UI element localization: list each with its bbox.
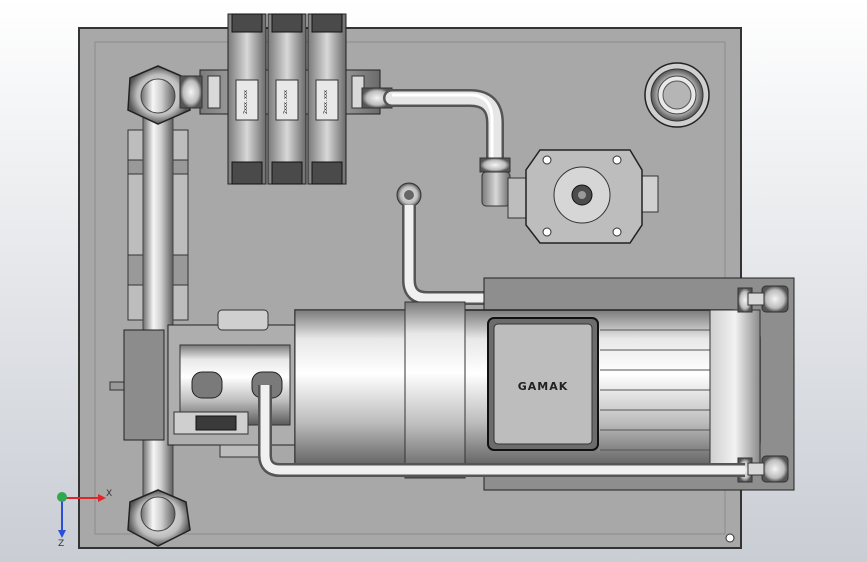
axis-z-label: Z bbox=[58, 539, 64, 549]
filler-cap bbox=[644, 62, 710, 128]
motor-brand-label: GAMAK bbox=[518, 380, 569, 393]
cad-viewport[interactable]: 2xxx.xxx 2xxx.xxx 2xxx.xxx GAMAK X Z bbox=[0, 0, 867, 562]
valve-label: 2xxx.xxx bbox=[283, 90, 289, 114]
plate-bolt-hole bbox=[725, 533, 735, 543]
electric-motor: GAMAK bbox=[294, 277, 795, 491]
pressure-filter bbox=[507, 149, 659, 244]
valve-label: 2xxx.xxx bbox=[243, 90, 249, 114]
valve-label: 2xxx.xxx bbox=[323, 90, 329, 114]
valve-solenoid: 2xxx.xxx bbox=[307, 13, 347, 185]
terminal-box: GAMAK bbox=[487, 317, 599, 451]
valve-solenoid: 2xxx.xxx bbox=[267, 13, 307, 185]
axis-x-label: X bbox=[106, 489, 112, 499]
valve-solenoid: 2xxx.xxx bbox=[227, 13, 267, 185]
hydraulic-unit-drawing: 2xxx.xxx 2xxx.xxx 2xxx.xxx GAMAK X Z bbox=[0, 0, 867, 562]
